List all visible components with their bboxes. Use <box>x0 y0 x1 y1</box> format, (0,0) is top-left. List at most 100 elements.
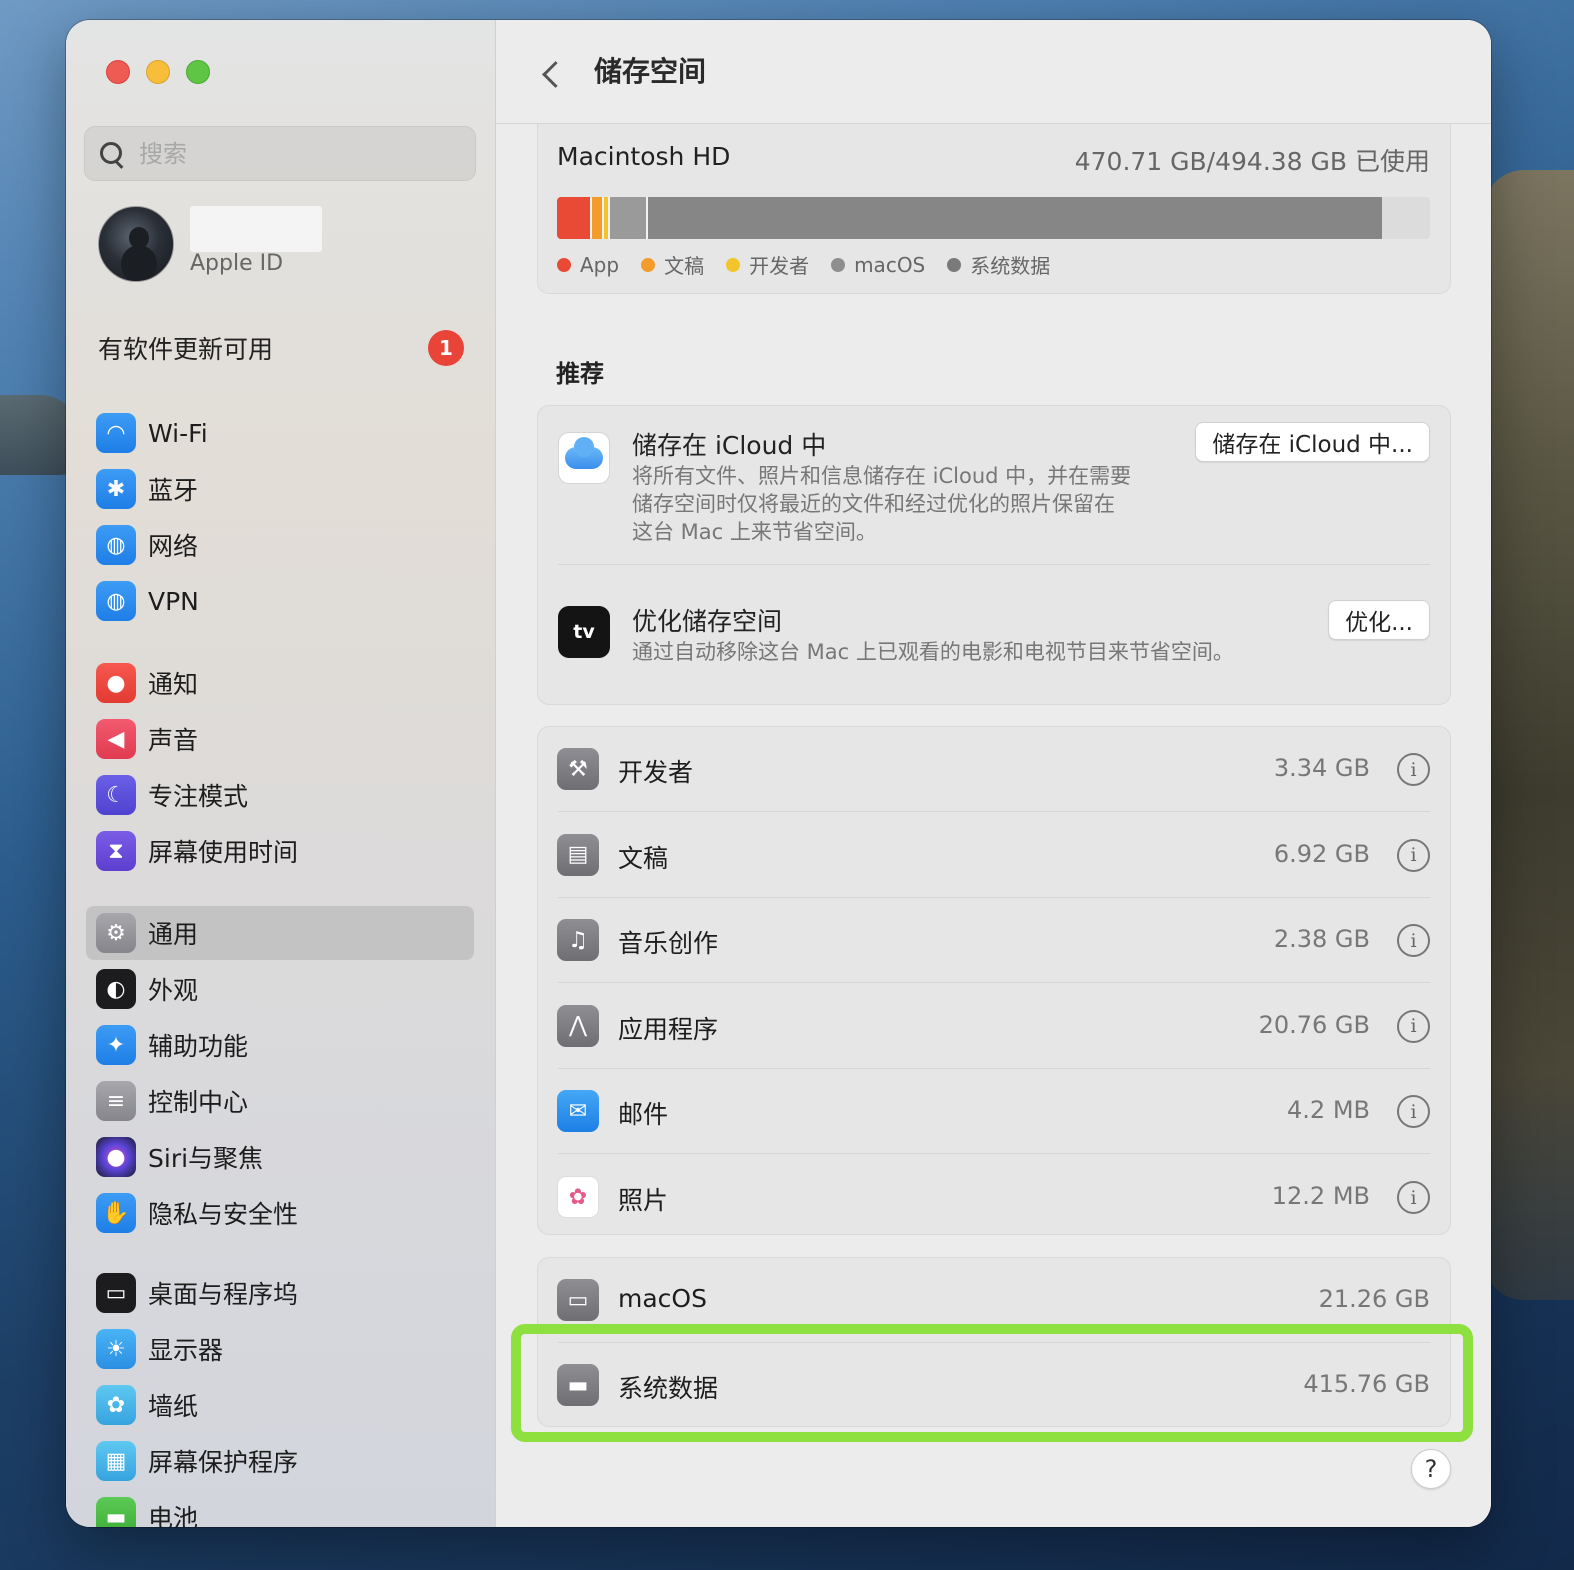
legend-label: 文稿 <box>664 254 705 278</box>
apple-id-account[interactable]: Apple ID <box>98 206 330 282</box>
sidebar-item[interactable]: ▭ 桌面与程序坞 <box>86 1266 474 1320</box>
legend-item: 开发者 <box>726 250 809 279</box>
page-title: 储存空间 <box>594 55 707 88</box>
category-row[interactable]: ✿ 照片 12.2 MB i <box>538 1155 1450 1240</box>
info-button[interactable]: i <box>1397 1181 1430 1214</box>
screensaver-icon: ▦ <box>96 1441 136 1481</box>
sidebar-item[interactable]: ☾ 专注模式 <box>86 768 474 822</box>
sidebar-item-label: VPN <box>148 586 199 616</box>
sidebar-item-label: Wi-Fi <box>148 418 208 448</box>
category-row[interactable]: ✉ 邮件 4.2 MB i <box>538 1069 1450 1155</box>
back-button[interactable] <box>540 56 562 90</box>
storage-usage-bar <box>557 197 1430 239</box>
recommendations-heading: 推荐 <box>556 360 604 388</box>
info-button[interactable]: i <box>1397 924 1430 958</box>
wifi-icon: ◠ <box>96 413 136 453</box>
moon-icon: ☾ <box>96 775 136 815</box>
search-input[interactable] <box>139 139 439 168</box>
legend-label: macOS <box>854 252 926 277</box>
search-icon <box>99 141 125 167</box>
sidebar-item[interactable]: ✱ 蓝牙 <box>86 462 474 516</box>
legend-item: App <box>557 250 619 279</box>
category-label: 应用程序 <box>618 1014 719 1044</box>
sidebar-item[interactable]: ✋ 隐私与安全性 <box>86 1186 474 1240</box>
dock-icon: ▭ <box>96 1273 136 1313</box>
category-label: 开发者 <box>618 758 694 787</box>
sidebar-item[interactable]: ⧗ 屏幕使用时间 <box>86 824 474 878</box>
sidebar-item-label: 声音 <box>148 726 199 755</box>
info-button[interactable]: i <box>1397 1095 1430 1129</box>
search-field[interactable] <box>84 126 476 181</box>
sidebar-item-label: 外观 <box>148 976 199 1005</box>
category-size: 4.2 MB <box>1287 1096 1370 1125</box>
usage-segment[interactable] <box>591 197 605 239</box>
avatar <box>98 206 174 282</box>
category-row[interactable]: ▤ 文稿 6.92 GB i <box>538 813 1450 898</box>
usage-segment[interactable] <box>557 197 592 239</box>
close-button[interactable] <box>106 60 130 84</box>
info-button[interactable]: i <box>1397 753 1430 786</box>
sidebar-item[interactable]: ◐ 外观 <box>86 962 474 1016</box>
system-size: 21.26 GB <box>1318 1285 1430 1313</box>
recommendations-card: 储存在 iCloud 中 将所有文件、照片和信息储存在 iCloud 中，并在需… <box>537 405 1451 705</box>
sidebar-item[interactable]: ◠ Wi-Fi <box>86 406 474 460</box>
appstore-icon: ⋀ <box>557 1004 599 1047</box>
battery-icon: ▬ <box>96 1497 136 1527</box>
system-row: ▬ 系统数据 415.76 GB <box>538 1343 1450 1428</box>
sidebar-item[interactable]: ▦ 屏幕保护程序 <box>86 1434 474 1488</box>
sidebar-item[interactable]: ◍ 网络 <box>86 518 474 572</box>
sidebar-item[interactable]: ✦ 辅助功能 <box>86 1018 474 1072</box>
info-button[interactable]: i <box>1397 1009 1430 1043</box>
window-controls <box>106 60 210 84</box>
sun-icon: ☀ <box>96 1329 136 1369</box>
legend-dot <box>726 257 741 272</box>
usage-segment[interactable] <box>610 197 648 239</box>
main-pane: 储存空间 Macintosh HD 470.71 GB/494.38 GB 已使… <box>496 20 1491 1527</box>
help-button[interactable]: ? <box>1411 1449 1451 1489</box>
hand-icon: ✋ <box>96 1193 136 1233</box>
category-row[interactable]: ⚒ 开发者 3.34 GB i <box>538 727 1450 812</box>
sidebar-item[interactable]: ≡ 控制中心 <box>86 1074 474 1128</box>
storage-legend: App 文稿 开发者 macOS 系统数据 <box>557 250 1050 279</box>
siri-icon: ● <box>96 1137 136 1177</box>
info-button[interactable]: i <box>1397 838 1430 872</box>
sidebar-item-label: 专注模式 <box>148 782 249 811</box>
toggles-icon: ≡ <box>96 1081 136 1121</box>
software-update-label: 有软件更新可用 <box>98 335 274 364</box>
legend-dot <box>557 257 571 272</box>
legend-label: App <box>580 252 620 277</box>
minimize-button[interactable] <box>146 60 170 84</box>
optimize-button[interactable]: 优化... <box>1328 600 1430 640</box>
sidebar-item[interactable]: ● Siri与聚焦 <box>86 1130 474 1184</box>
store-in-icloud-button[interactable]: 储存在 iCloud 中... <box>1195 422 1430 462</box>
sidebar-item-label: Siri与聚焦 <box>148 1144 264 1173</box>
icloud-icon <box>558 432 610 484</box>
system-label: 系统数据 <box>618 1374 719 1403</box>
legend-item: 系统数据 <box>947 250 1050 279</box>
sidebar-item-label: 屏幕保护程序 <box>148 1448 299 1477</box>
category-size: 3.34 GB <box>1273 754 1370 782</box>
usage-segment[interactable] <box>647 197 1382 239</box>
disk-usage-card: Macintosh HD 470.71 GB/494.38 GB 已使用 App… <box>537 124 1451 294</box>
sidebar-item-label: 蓝牙 <box>148 476 199 505</box>
photos-icon: ✿ <box>557 1176 599 1218</box>
sidebar-item[interactable]: ⚙ 通用 <box>86 906 474 960</box>
category-size: 20.76 GB <box>1258 1010 1370 1039</box>
category-size: 12.2 MB <box>1271 1182 1370 1210</box>
category-list: ⚒ 开发者 3.34 GB i ▤ 文稿 6.92 GB i ♫ 音乐创作 2.38 GB i ⋀ 应用程… <box>537 726 1451 1235</box>
sidebar-item[interactable]: ▬ 电池 <box>86 1490 474 1527</box>
category-row[interactable]: ⋀ 应用程序 20.76 GB i <box>538 984 1450 1069</box>
zoom-button[interactable] <box>186 60 210 84</box>
sidebar-item[interactable]: ☀ 显示器 <box>86 1322 474 1376</box>
sidebar-item-label: 通用 <box>148 920 199 949</box>
category-label: 邮件 <box>618 1100 669 1130</box>
legend-label: 开发者 <box>749 254 810 278</box>
sidebar-item[interactable]: ◍ VPN <box>86 574 474 628</box>
sidebar-item[interactable]: ✿ 墙纸 <box>86 1378 474 1432</box>
sidebar-item[interactable]: ● 通知 <box>86 656 474 710</box>
category-row[interactable]: ♫ 音乐创作 2.38 GB i <box>538 898 1450 984</box>
category-label: 音乐创作 <box>618 929 719 959</box>
sidebar-item[interactable]: ◀ 声音 <box>86 712 474 766</box>
software-update-row[interactable]: 有软件更新可用 1 <box>98 326 464 370</box>
globe-icon: ◍ <box>96 525 136 565</box>
